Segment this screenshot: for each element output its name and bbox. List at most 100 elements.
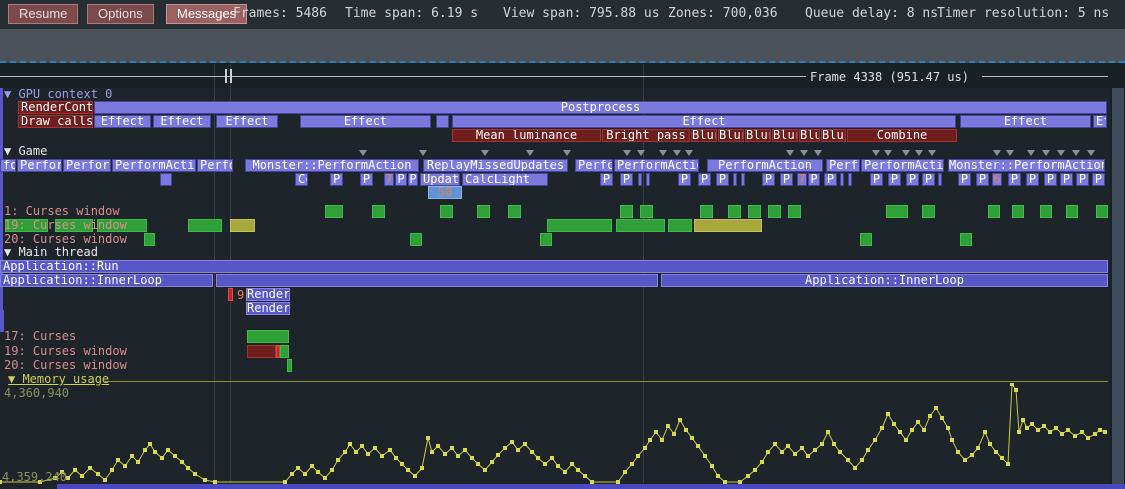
lock-bar[interactable]	[886, 205, 908, 218]
lock-bar[interactable]	[477, 205, 490, 218]
collapse-triangle-icon[interactable]	[872, 150, 880, 156]
collapse-triangle-icon[interactable]	[928, 150, 936, 156]
lock-bar[interactable]	[410, 233, 422, 246]
zone-tick[interactable]	[0, 300, 3, 310]
lock-bar[interactable]	[372, 205, 385, 218]
game-zone-monster-performaction[interactable]: Monster::PerformAction	[245, 159, 419, 172]
zone-tick[interactable]	[0, 200, 3, 210]
game-subzone[interactable]: P	[762, 173, 775, 186]
collapse-triangle-icon[interactable]	[1027, 150, 1035, 156]
gpu-zone-blur[interactable]: Blur	[821, 129, 846, 142]
gpu-zone-effect[interactable]: Effect	[300, 115, 431, 128]
game-subzone[interactable]	[646, 173, 650, 186]
gpu-zone-effect[interactable]: Effect	[94, 115, 151, 128]
collapse-triangle-icon[interactable]	[623, 150, 631, 156]
gpu-zone-blur[interactable]: Blur	[772, 129, 798, 142]
lock-bar-blocked[interactable]	[247, 345, 276, 358]
collapse-triangle-icon[interactable]	[1087, 150, 1095, 156]
game-zone[interactable]: PerformActio	[614, 159, 699, 172]
gpu-zone-bright-pass[interactable]: Bright pass	[602, 129, 690, 142]
lock-bar[interactable]	[620, 205, 633, 218]
collapse-triangle-icon[interactable]	[884, 150, 892, 156]
game-subzone[interactable]: P	[1044, 173, 1057, 186]
game-zone-performaction[interactable]: PerformAction	[707, 159, 823, 172]
lock-bar[interactable]	[1040, 205, 1052, 218]
game-subzone-update[interactable]: Update	[420, 173, 460, 186]
gpu-zone-effect[interactable]	[436, 115, 449, 128]
game-subzone[interactable]: P	[922, 173, 935, 186]
game-subzone[interactable]: P	[1060, 173, 1073, 186]
gpu-zone-blur[interactable]: Blu	[799, 129, 820, 142]
zone-tick[interactable]	[0, 240, 3, 250]
gpu-zone-effect[interactable]: Effect	[153, 115, 211, 128]
game-zone-monster-performaction[interactable]: Monster::PerformAction	[948, 159, 1105, 172]
zone-tick[interactable]	[0, 180, 3, 190]
game-subzone[interactable]: P	[1008, 173, 1021, 186]
collapse-triangle-icon[interactable]	[915, 150, 923, 156]
game-subzone[interactable]: P	[1092, 173, 1105, 186]
memory-usage-plot[interactable]	[0, 383, 1125, 484]
game-subzone[interactable]: P	[808, 173, 820, 186]
lock-bar[interactable]	[960, 233, 972, 246]
game-subzone[interactable]: P	[1076, 173, 1089, 186]
lock-bar[interactable]	[700, 205, 713, 218]
collapse-triangle-icon[interactable]	[993, 150, 1001, 156]
lock-bar[interactable]	[1096, 205, 1108, 218]
gpu-zone-effect[interactable]: Effect	[216, 115, 278, 128]
collapse-triangle-icon[interactable]	[685, 150, 693, 156]
game-subzone[interactable]	[848, 173, 852, 186]
gpu-zone-effect[interactable]: Ef	[1093, 115, 1107, 128]
lock-bar[interactable]	[247, 330, 289, 343]
game-subzone[interactable]: Cc	[295, 173, 308, 186]
game-subzone[interactable]: P	[678, 173, 691, 186]
main-zone-render[interactable]: Render	[246, 302, 290, 315]
lock-bar[interactable]	[508, 205, 521, 218]
gpu-zone-postprocess[interactable]: Postprocess	[94, 101, 1107, 114]
game-zone[interactable]: Perforr	[17, 159, 62, 172]
collapse-triangle-icon[interactable]	[1042, 150, 1050, 156]
lock-bar-contended[interactable]	[694, 219, 762, 232]
lock-bar[interactable]	[440, 205, 453, 218]
lock-bar[interactable]	[728, 205, 741, 218]
zone-tick[interactable]	[0, 220, 3, 230]
gpu-zone-rendercontext[interactable]: RenderConte	[18, 101, 93, 114]
game-subzone-calclight[interactable]: CalcLight	[462, 173, 548, 186]
zone-tick[interactable]	[0, 110, 3, 120]
main-zone-application-run[interactable]: Application::Run	[0, 260, 1108, 273]
gpu-zone-blur[interactable]: Blur	[718, 129, 744, 142]
resume-button[interactable]: Resume	[8, 4, 78, 24]
collapse-triangle-icon[interactable]	[1006, 150, 1014, 156]
lock-bar[interactable]	[988, 205, 1000, 218]
gpu-zone-effect[interactable]: Effect	[452, 115, 956, 128]
lock-bar[interactable]	[144, 233, 155, 246]
game-zone[interactable]: PerformActior	[112, 159, 196, 172]
lock-bar[interactable]	[860, 233, 872, 246]
zone-tick[interactable]	[0, 130, 3, 140]
zone-tick[interactable]	[0, 120, 3, 130]
collapse-triangle-icon[interactable]	[359, 150, 367, 156]
game-zone[interactable]: Perfc	[826, 159, 860, 172]
left-edge-zone[interactable]	[0, 88, 3, 109]
gpu-zone-effect[interactable]: Effect	[960, 115, 1091, 128]
main-zone-application-innerloop[interactable]	[216, 274, 658, 287]
lock-bar[interactable]	[640, 205, 653, 218]
game-subzone[interactable]: P	[824, 173, 837, 186]
game-subzone[interactable]: P	[906, 173, 919, 186]
game-zone[interactable]: Perform	[63, 159, 111, 172]
game-zone[interactable]: Perfoi	[197, 159, 233, 172]
game-subzone[interactable]	[741, 173, 745, 186]
game-subzone[interactable]: P	[360, 173, 373, 186]
game-subzone[interactable]: P	[716, 173, 729, 186]
zone-tick[interactable]	[0, 230, 3, 240]
game-zone[interactable]: Perfc	[575, 159, 613, 172]
collapse-triangle-icon[interactable]	[637, 150, 645, 156]
collapse-triangle-icon[interactable]	[814, 150, 822, 156]
lock-bar[interactable]	[547, 219, 612, 232]
gpu-zone-blur[interactable]: Blur	[691, 129, 717, 142]
main-zone-render[interactable]: Render	[246, 288, 290, 301]
options-button[interactable]: Options	[87, 4, 154, 24]
zone-tick[interactable]	[0, 310, 4, 321]
collapse-triangle-icon[interactable]	[902, 150, 910, 156]
lock-bar[interactable]	[280, 345, 289, 358]
game-subzone[interactable]	[160, 173, 172, 186]
